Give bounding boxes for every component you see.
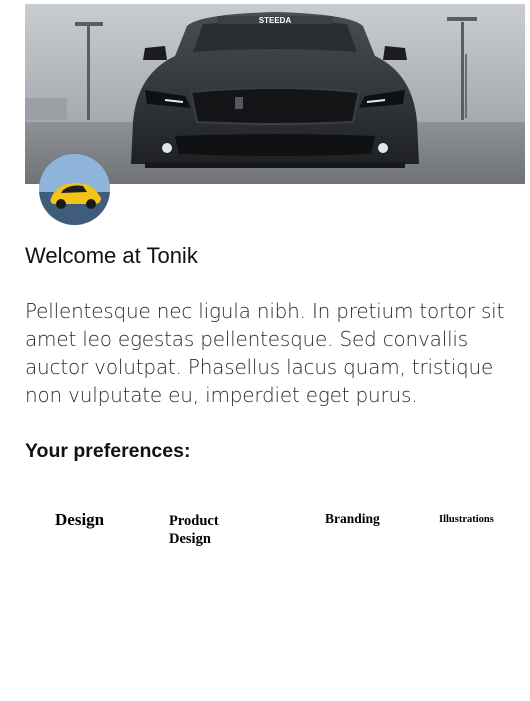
preference-item-branding[interactable]: Branding — [325, 511, 380, 527]
preferences-title: Your preferences: — [25, 440, 191, 462]
preference-item-design[interactable]: Design — [55, 510, 104, 530]
intro-text: Pellentesque nec ligula nibh. In pretium… — [25, 299, 505, 407]
yellow-car-avatar-icon — [39, 154, 110, 225]
page-title: Welcome at Tonik — [25, 243, 198, 268]
hero-image: STEEDA — [25, 4, 525, 184]
preference-item-illustrations[interactable]: Illustrations — [439, 514, 494, 525]
avatar[interactable] — [39, 154, 110, 225]
car-hero-illustration: STEEDA — [25, 4, 525, 184]
preference-item-product-design[interactable]: Product Design — [169, 512, 249, 548]
windshield-banner-text: STEEDA — [259, 16, 292, 25]
